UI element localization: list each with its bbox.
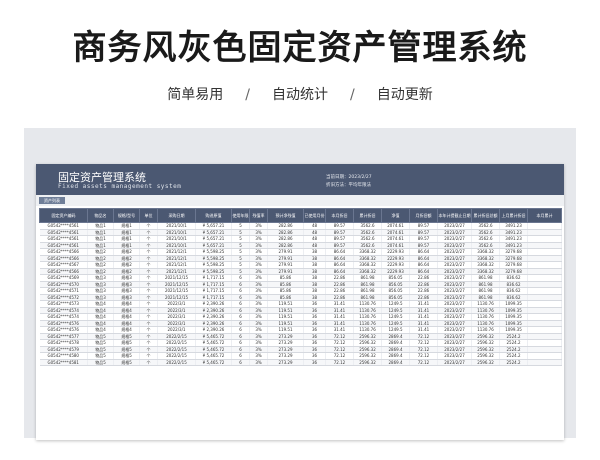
column-header: 累计折旧 <box>353 208 382 223</box>
table-cell <box>527 359 562 366</box>
system-header: 固定资产管理系统 Fixed assets management system … <box>36 164 564 195</box>
table-cell: 72.12 <box>409 359 438 366</box>
table-cell: ¥ 5,465.72 <box>195 359 232 366</box>
tab-asset-list[interactable]: 资产列表 <box>39 197 65 204</box>
column-header: 规格/型号 <box>113 208 140 223</box>
table-cell: 2596.32 <box>353 359 382 366</box>
column-header: 月折旧额 <box>409 208 438 223</box>
asset-table: 固定资产编码 物品名 规格/型号 单位 采购日期 购进原值 使用年限 残值率 预计净残值 已使用月… <box>39 208 562 366</box>
feature-easy: 简单易用 <box>167 87 224 103</box>
current-date-value: 2023/2/27 <box>348 175 372 180</box>
table-cell: 3% <box>249 359 268 366</box>
table-cell: 273.29 <box>267 359 304 366</box>
table-row: G0542****4581 物品5 规格5 个 2022/2/15 ¥ 5,465.72 6… <box>39 359 562 366</box>
table-cell: 6 <box>231 359 250 366</box>
table-cell: 规格5 <box>113 359 140 366</box>
feature-auto-update: 自动更新 <box>376 87 433 103</box>
sheet-tab-bar: 资产列表 <box>36 195 564 206</box>
table-cell: 物品5 <box>87 359 114 366</box>
column-header: 单位 <box>139 208 158 223</box>
column-header: 物品名 <box>87 208 114 223</box>
table-cell: G0542****4581 <box>39 359 88 366</box>
depreciation-method-label: 折旧方法： <box>326 183 349 188</box>
system-subtitle: Fixed assets management system <box>58 183 182 190</box>
column-header: 采购日期 <box>157 208 196 223</box>
poster-title: 商务风灰色固定资产管理系统 <box>72 28 528 68</box>
feature-separator: / <box>350 87 355 103</box>
table-cell: 个 <box>139 359 158 366</box>
current-date-label: 当前日期： <box>326 175 349 180</box>
feature-separator: / <box>245 87 250 103</box>
column-header: 购进原值 <box>195 208 232 223</box>
column-header: 上月累计折旧 <box>499 208 528 223</box>
column-header: 本年计提截止日期 <box>437 208 472 223</box>
column-header: 本月累计 <box>527 208 562 223</box>
table-cell: 72.12 <box>325 359 354 366</box>
column-header: 已使用月份 <box>303 208 326 223</box>
spreadsheet-preview: 固定资产管理系统 Fixed assets management system … <box>36 164 564 440</box>
table-cell: 2023/2/27 <box>437 359 472 366</box>
table-cell: 2022/2/15 <box>157 359 196 366</box>
feature-auto-stats: 自动统计 <box>272 87 328 103</box>
column-header: 累计折旧总额 <box>471 208 500 223</box>
depreciation-method-value: 平均年限法 <box>348 183 372 188</box>
table-cell: 2596.32 <box>471 359 500 366</box>
column-header: 残值率 <box>249 208 268 223</box>
current-date: 当前日期：2023/2/27 <box>326 174 372 180</box>
feature-list: 简单易用 / 自动统计 / 自动更新 <box>0 84 600 104</box>
preview-frame: 固定资产管理系统 Fixed assets management system … <box>24 128 576 440</box>
table-cell: 2524.2 <box>499 359 528 366</box>
table-header-row: 固定资产编码 物品名 规格/型号 单位 采购日期 购进原值 使用年限 残值率 预计净残值 已使用月… <box>39 208 562 223</box>
column-header: 净值 <box>381 208 410 223</box>
table-cell: 2869.4 <box>381 359 410 366</box>
column-header: 本月折旧 <box>325 208 354 223</box>
table-body: G0542****4561 物品1 规格1 个 2021/10/1 ¥ 5,657.21 5… <box>39 222 562 366</box>
column-header: 预计净残值 <box>267 208 304 223</box>
column-header: 固定资产编码 <box>39 208 88 223</box>
table-cell: 36 <box>303 359 326 366</box>
depreciation-method: 折旧方法：平均年限法 <box>326 182 371 188</box>
column-header: 使用年限 <box>231 208 250 223</box>
